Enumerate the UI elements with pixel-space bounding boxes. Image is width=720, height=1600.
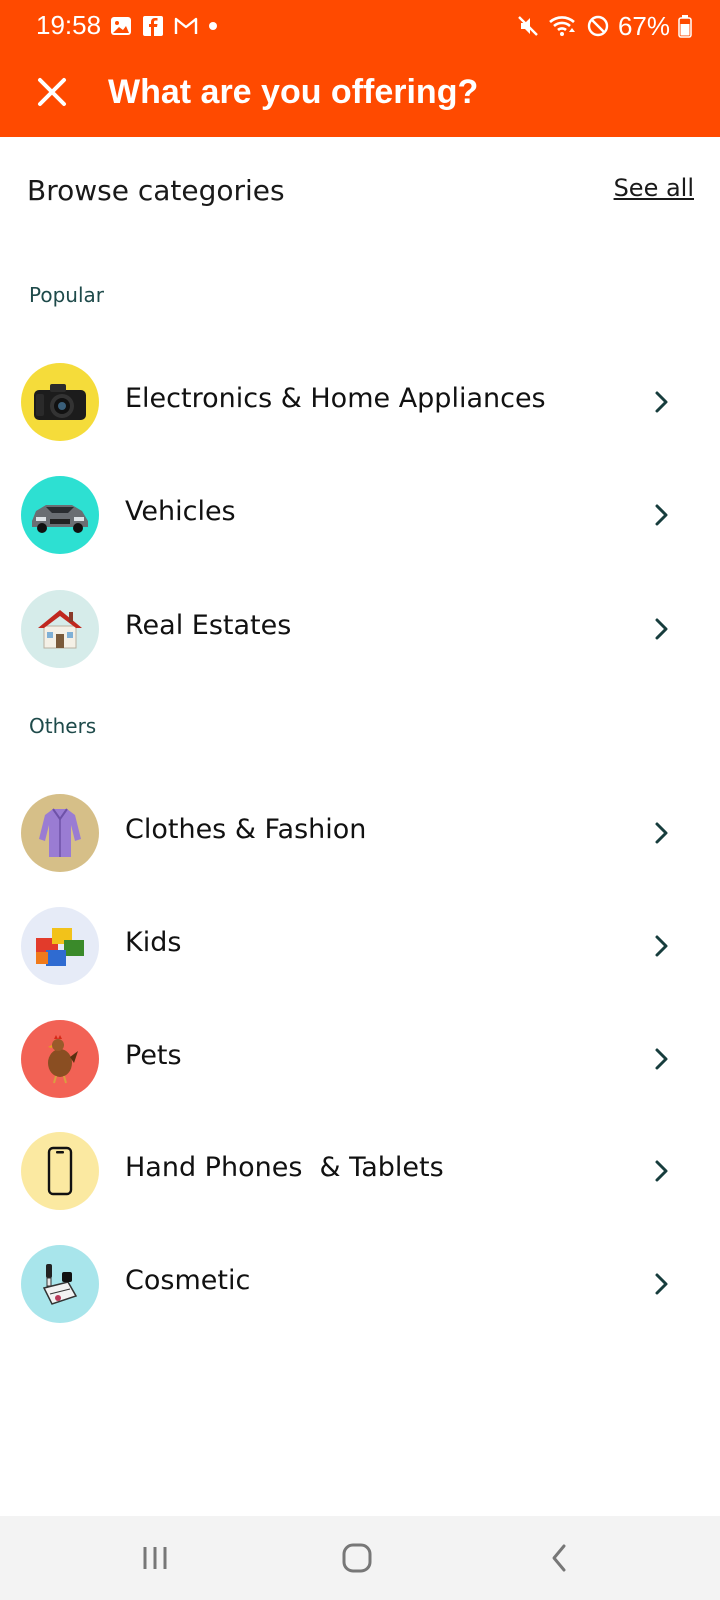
category-row-cosmetic[interactable]: Cosmetic [0, 1233, 720, 1333]
phone-icon [47, 1146, 73, 1196]
system-navigation-bar [0, 1516, 720, 1600]
category-row-pets[interactable]: Pets [0, 1008, 720, 1108]
chevron-right-icon [655, 1048, 668, 1070]
category-avatar [21, 363, 99, 441]
battery-percent: 67% [617, 10, 670, 41]
section-label-others: Others [29, 714, 97, 738]
house-icon [38, 610, 82, 649]
section-label-popular: Popular [29, 283, 104, 307]
camera-icon [34, 384, 86, 420]
category-avatar [21, 1245, 99, 1323]
category-avatar [21, 476, 99, 554]
toy-blocks-icon [36, 928, 84, 966]
category-label: Real Estates [125, 610, 292, 641]
home-button[interactable] [332, 1536, 382, 1580]
category-row-hand-phones-tablets[interactable]: Hand Phones & Tablets [0, 1120, 720, 1220]
status-bar: 19:58 67% [0, 0, 720, 52]
car-icon [32, 505, 88, 533]
category-row-electronics[interactable]: Electronics & Home Appliances [0, 351, 720, 451]
chevron-right-icon [655, 1160, 668, 1182]
gmail-icon [174, 17, 198, 34]
category-row-clothes-fashion[interactable]: Clothes & Fashion [0, 782, 720, 882]
wifi-icon [549, 16, 575, 36]
browse-categories-heading: Browse categories [27, 174, 285, 207]
chicken-icon [48, 1035, 78, 1084]
app-bar: 19:58 67% What are you offering? [0, 0, 720, 137]
category-avatar [21, 1132, 99, 1210]
close-button[interactable] [30, 70, 74, 114]
category-label: Hand Phones & Tablets [125, 1152, 444, 1183]
home-icon [342, 1543, 372, 1573]
chevron-right-icon [655, 618, 668, 640]
chevron-right-icon [655, 391, 668, 413]
chevron-right-icon [655, 1273, 668, 1295]
page-title: What are you offering? [108, 73, 479, 111]
battery-icon [678, 15, 692, 38]
category-row-real-estates[interactable]: Real Estates [0, 578, 720, 678]
dot-icon [209, 22, 217, 30]
see-all-link[interactable]: See all [614, 174, 694, 202]
close-icon [38, 78, 66, 106]
dnd-icon [587, 15, 609, 37]
category-label: Clothes & Fashion [125, 814, 367, 845]
back-icon [552, 1544, 566, 1572]
gallery-icon [111, 17, 131, 35]
category-avatar [21, 907, 99, 985]
chevron-right-icon [655, 504, 668, 526]
notification-icons [110, 13, 218, 39]
category-row-kids[interactable]: Kids [0, 895, 720, 995]
category-label: Pets [125, 1040, 182, 1071]
category-row-vehicles[interactable]: Vehicles [0, 464, 720, 564]
facebook-icon [143, 16, 163, 36]
status-time: 19:58 [36, 10, 102, 40]
system-status-icons: 67% [516, 10, 692, 41]
category-label: Electronics & Home Appliances [125, 383, 546, 414]
category-avatar [21, 794, 99, 872]
mute-icon [518, 16, 538, 36]
category-label: Vehicles [125, 496, 236, 527]
coat-icon [39, 808, 81, 857]
category-label: Cosmetic [125, 1265, 251, 1296]
back-button[interactable] [534, 1536, 584, 1580]
cosmetics-icon [42, 1264, 78, 1305]
chevron-right-icon [655, 822, 668, 844]
category-avatar [21, 1020, 99, 1098]
chevron-right-icon [655, 935, 668, 957]
recent-apps-button[interactable] [130, 1536, 180, 1580]
category-label: Kids [125, 927, 182, 958]
recent-apps-icon [143, 1547, 167, 1569]
category-avatar [21, 590, 99, 668]
